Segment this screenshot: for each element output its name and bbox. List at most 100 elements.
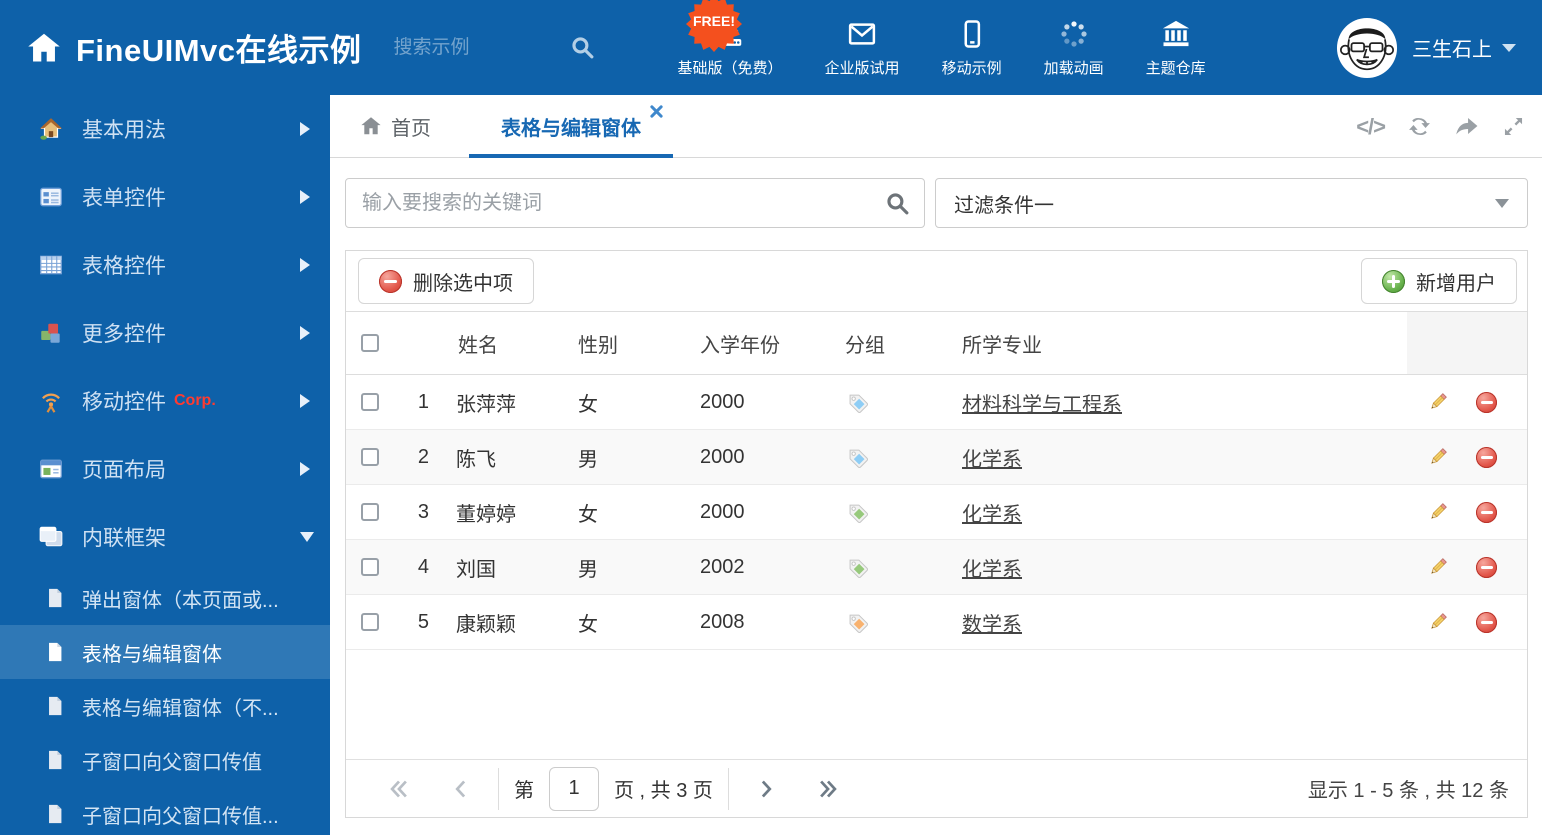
nav-loading-anim[interactable]: 加载动画 (1023, 18, 1125, 78)
app-logo[interactable]: FineUIMvc在线示例 (0, 25, 362, 70)
sidebar-item-label: 页面布局 (82, 459, 166, 482)
chevron-down-icon (300, 532, 314, 542)
tab-grid-edit-window[interactable]: 表格与编辑窗体 (469, 95, 673, 158)
table-row: 5 康颖颖 女 2008 数学系 (346, 595, 1527, 650)
tab-label: 表格与编辑窗体 (501, 117, 641, 140)
sidebar-subitem-grid-edit-window[interactable]: 表格与编辑窗体 (0, 625, 330, 679)
row-checkbox[interactable] (361, 613, 379, 631)
sidebar-item-basic[interactable]: 基本用法 (0, 95, 330, 163)
close-icon[interactable] (650, 105, 663, 118)
sidebar-item-label: 表格控件 (82, 255, 166, 278)
delete-icon[interactable] (1476, 391, 1497, 413)
nav-mobile-demo[interactable]: 移动示例 (921, 18, 1023, 78)
row-year: 2008 (700, 610, 745, 633)
expand-icon[interactable] (1501, 114, 1526, 139)
sidebar-subitem-label: 表格与编辑窗体 (82, 643, 222, 666)
add-user-button[interactable]: 新增用户 (1361, 258, 1517, 304)
form-icon (38, 184, 64, 210)
edit-icon[interactable] (1427, 556, 1449, 578)
nav-label: 主题仓库 (1145, 59, 1206, 77)
grid-toolbar: 删除选中项 新增用户 (346, 251, 1527, 311)
tag-icon (849, 449, 868, 468)
sidebar-item-label: 表单控件 (82, 187, 166, 210)
select-all-checkbox[interactable] (361, 334, 379, 352)
row-index: 5 (417, 610, 429, 633)
nav-label: 企业版试用 (824, 59, 900, 77)
sidebar-item-mobile-controls[interactable]: 移动控件 Corp. (0, 367, 330, 435)
row-index: 3 (417, 500, 429, 523)
sidebar-subitem-popup-window[interactable]: 弹出窗体（本页面或... (0, 571, 330, 625)
row-year: 2000 (700, 500, 745, 523)
row-checkbox[interactable] (361, 558, 379, 576)
column-year: 入学年份 (700, 334, 780, 357)
nav-basic-free[interactable]: 基础版（免费） (657, 18, 804, 78)
row-checkbox[interactable] (361, 503, 379, 521)
sidebar-subitem-child-to-parent-2[interactable]: 子窗口向父窗口传值... (0, 787, 330, 835)
edit-icon[interactable] (1427, 446, 1449, 468)
search-icon[interactable] (570, 35, 595, 60)
major-link[interactable]: 材料科学与工程系 (962, 388, 1122, 417)
table-row: 2 陈飞 男 2000 化学系 (346, 430, 1527, 485)
tag-icon (849, 614, 868, 633)
row-checkbox[interactable] (361, 448, 379, 466)
refresh-icon[interactable] (1407, 114, 1432, 139)
sidebar-item-iframe[interactable]: 内联框架 (0, 503, 330, 571)
sidebar-item-grid-controls[interactable]: 表格控件 (0, 231, 330, 299)
tag-icon (849, 504, 868, 523)
keyword-search (345, 178, 925, 228)
edit-icon[interactable] (1427, 501, 1449, 523)
delete-icon[interactable] (1476, 611, 1497, 633)
major-link[interactable]: 化学系 (962, 553, 1022, 582)
next-page-button[interactable] (735, 769, 797, 809)
sidebar: 基本用法 表单控件 表格控件 更多控件 移动控件 Corp. 页面布局 内联框架… (0, 95, 330, 835)
major-link[interactable]: 数学系 (962, 608, 1022, 637)
header-nav: 基础版（免费） 企业版试用 移动示例 加载动画 主题仓库 (657, 18, 1227, 78)
sidebar-item-more-controls[interactable]: 更多控件 (0, 299, 330, 367)
sidebar-subitem-child-to-parent[interactable]: 子窗口向父窗口传值 (0, 733, 330, 787)
search-icon[interactable] (885, 191, 910, 216)
delete-icon[interactable] (1476, 556, 1497, 578)
sidebar-item-form-controls[interactable]: 表单控件 (0, 163, 330, 231)
user-menu[interactable]: 三生石上 (1336, 17, 1516, 79)
chevron-right-icon (300, 462, 310, 476)
edit-icon[interactable] (1427, 611, 1449, 633)
chevron-down-icon (1502, 43, 1516, 52)
sidebar-item-label: 基本用法 (82, 119, 166, 142)
nav-theme-store[interactable]: 主题仓库 (1125, 18, 1227, 78)
last-page-button[interactable] (797, 769, 859, 809)
row-year: 2000 (700, 390, 745, 413)
chevron-right-icon (300, 258, 310, 272)
header-search-input[interactable] (393, 36, 554, 59)
row-checkbox[interactable] (361, 393, 379, 411)
page-number-input[interactable] (549, 766, 599, 811)
file-icon (44, 749, 66, 771)
major-link[interactable]: 化学系 (962, 498, 1022, 527)
column-gender: 性别 (578, 334, 618, 357)
chevron-down-icon (1495, 198, 1509, 208)
first-page-button[interactable] (368, 769, 430, 809)
row-gender: 男 (578, 558, 598, 581)
row-year: 2002 (700, 555, 745, 578)
delete-icon[interactable] (1476, 501, 1497, 523)
prev-page-button[interactable] (430, 769, 492, 809)
layout-icon (38, 456, 64, 482)
sidebar-subitem-label: 子窗口向父窗口传值... (82, 805, 279, 828)
table-row: 4 刘国 男 2002 化学系 (346, 540, 1527, 595)
edit-icon[interactable] (1427, 391, 1449, 413)
delete-selected-button[interactable]: 删除选中项 (358, 258, 534, 304)
keyword-search-input[interactable] (362, 191, 885, 215)
cubes-icon (38, 320, 64, 346)
table-row: 1 张萍萍 女 2000 材料科学与工程系 (346, 375, 1527, 430)
nav-enterprise-trial[interactable]: 企业版试用 (804, 18, 921, 78)
sidebar-subitem-grid-edit-window-2[interactable]: 表格与编辑窗体（不... (0, 679, 330, 733)
tab-home[interactable]: 首页 (330, 95, 447, 157)
sidebar-item-page-layout[interactable]: 页面布局 (0, 435, 330, 503)
share-icon[interactable] (1454, 114, 1479, 139)
sidebar-subitem-label: 表格与编辑窗体（不... (82, 697, 279, 720)
filter-dropdown[interactable]: 过滤条件一 (935, 178, 1528, 228)
spinner-icon (1059, 18, 1089, 50)
code-icon[interactable]: </> (1356, 114, 1386, 140)
tab-toolbar: </> (1356, 95, 1526, 158)
major-link[interactable]: 化学系 (962, 443, 1022, 472)
delete-icon[interactable] (1476, 446, 1497, 468)
